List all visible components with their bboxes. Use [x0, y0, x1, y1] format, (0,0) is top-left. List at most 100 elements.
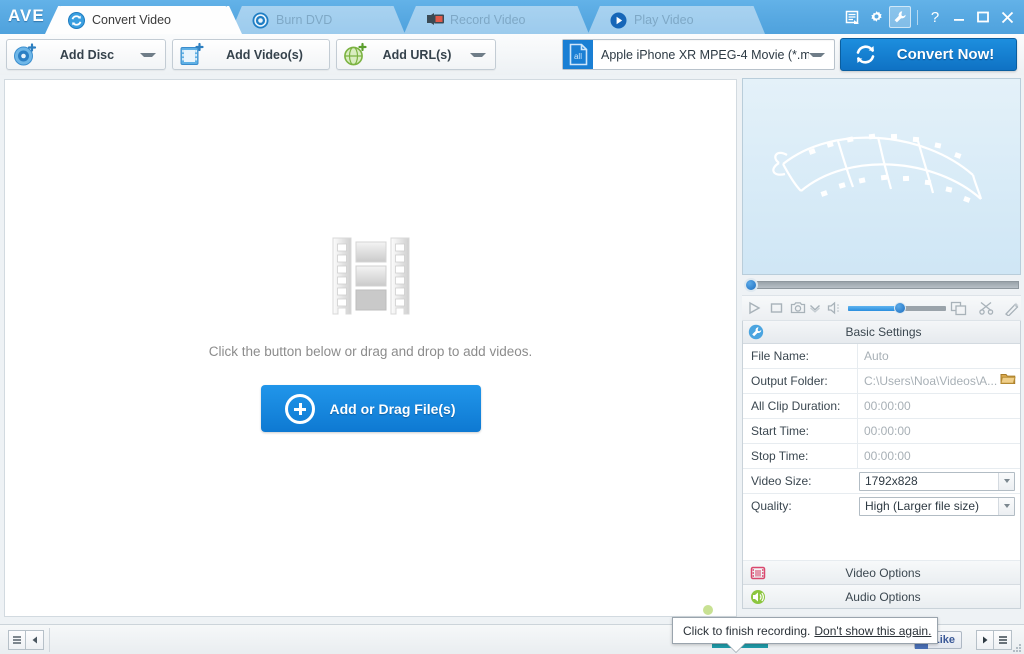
play-queue-button[interactable] [976, 630, 994, 650]
list-view-button[interactable] [8, 630, 26, 650]
file-name-input[interactable]: Auto [857, 344, 1020, 368]
volume-icon[interactable] [826, 297, 844, 319]
tab-record-video[interactable]: Record Video [416, 6, 576, 34]
scissors-icon[interactable] [977, 297, 995, 319]
profile-all-icon: all [563, 40, 593, 69]
help-icon[interactable]: ? [924, 6, 946, 28]
all-clip-duration-value: 00:00:00 [857, 394, 1020, 418]
add-button-label: Add or Drag File(s) [329, 400, 456, 417]
row-label: Stop Time: [751, 449, 809, 463]
video-size-value: 1792x828 [865, 474, 918, 488]
chevron-down-icon[interactable] [998, 472, 1014, 490]
tab-label: Burn DVD [276, 13, 333, 27]
chevron-down-icon[interactable] [470, 52, 486, 57]
video-size-combo[interactable]: 1792x828 [859, 471, 1015, 491]
magic-wand-icon[interactable] [1003, 297, 1021, 319]
app-logo: AVE [8, 6, 45, 25]
seek-track[interactable] [751, 281, 1019, 289]
tab-burn-dvd[interactable]: Burn DVD [242, 6, 392, 34]
convert-label: Convert Now! [896, 46, 995, 63]
picture-in-picture-icon[interactable] [949, 297, 967, 319]
log-icon[interactable] [841, 6, 863, 28]
main-content: Click the button below or drag and drop … [0, 75, 1024, 624]
plus-circle-icon [285, 393, 316, 424]
snapshot-icon[interactable] [790, 297, 808, 319]
chevron-down-icon[interactable] [809, 52, 825, 57]
divider [917, 9, 918, 25]
settings-gear-icon[interactable] [865, 6, 887, 28]
setting-row-quality: Quality: High (Larger file size) [743, 494, 1020, 518]
setting-row-start-time: Start Time: 00:00:00 [743, 419, 1020, 444]
film-reel-watermark [772, 133, 983, 203]
refresh-circle-icon [849, 42, 881, 67]
audio-options-icon [748, 587, 768, 607]
player-controls [742, 295, 1021, 321]
row-label: Output Folder: [751, 374, 828, 388]
add-or-drag-files-button[interactable]: Add or Drag File(s) [260, 385, 481, 432]
dont-show-again-link[interactable]: Don't show this again. [814, 624, 931, 638]
maximize-icon[interactable] [972, 6, 994, 28]
quality-value: High (Larger file size) [865, 499, 980, 513]
output-format-combo[interactable]: all Apple iPhone XR MPEG-4 Movie (*.m... [562, 39, 835, 70]
quality-combo[interactable]: High (Larger file size) [859, 496, 1015, 516]
dropzone-hint: Click the button below or drag and drop … [208, 344, 533, 359]
window-controls: ? [841, 5, 1018, 29]
preview-area[interactable] [742, 78, 1021, 275]
tooltip-pointer [727, 643, 745, 652]
volume-fill [847, 306, 900, 311]
convert-now-button[interactable]: Convert Now! [840, 38, 1017, 71]
add-urls-button[interactable]: Add URL(s) [336, 39, 496, 70]
tab-label: Play Video [634, 13, 694, 27]
close-icon[interactable] [996, 6, 1018, 28]
output-format-value: Apple iPhone XR MPEG-4 Movie (*.m... [601, 47, 809, 62]
globe-plus-icon [342, 42, 368, 68]
video-options-row[interactable]: Video Options [743, 561, 1020, 585]
stop-icon[interactable] [768, 297, 786, 319]
file-dropzone[interactable]: Click the button below or drag and drop … [4, 79, 737, 617]
play-icon [610, 12, 627, 29]
right-panel: Basic Settings File Name: Auto Output Fo… [742, 78, 1021, 618]
divider [49, 628, 50, 652]
settings-filler [743, 518, 1020, 561]
camcorder-icon [426, 12, 444, 29]
basic-settings-panel: Basic Settings File Name: Auto Output Fo… [742, 321, 1021, 609]
chevron-down-icon[interactable] [998, 497, 1014, 515]
basic-settings-header[interactable]: Basic Settings [743, 321, 1020, 344]
play-icon[interactable] [746, 297, 764, 319]
section-title: Basic Settings [845, 325, 922, 339]
volume-handle[interactable] [893, 302, 906, 314]
recording-indicator [703, 605, 713, 615]
status-right-buttons [976, 630, 1012, 650]
wrench-icon[interactable] [889, 6, 911, 28]
add-videos-button[interactable]: Add Video(s) [172, 39, 330, 70]
setting-row-stop-time: Stop Time: 00:00:00 [743, 444, 1020, 469]
seek-bar[interactable] [742, 278, 1021, 292]
add-disc-button[interactable]: Add Disc [6, 39, 166, 70]
convert-icon [68, 11, 85, 29]
audio-options-row[interactable]: Audio Options [743, 585, 1020, 608]
start-time-input[interactable]: 00:00:00 [857, 419, 1020, 443]
setting-row-file-name: File Name: Auto [743, 344, 1020, 369]
output-folder-value: C:\Users\Noa\Videos\A... [864, 374, 998, 388]
main-toolbar: Add Disc Add Video(s) Add URL(s) all App… [0, 34, 1024, 76]
row-label: File Name: [751, 349, 810, 363]
collapse-panel-button[interactable] [26, 630, 44, 650]
recording-tooltip: Click to finish recording. Don't show th… [672, 617, 938, 644]
chevron-down-icon[interactable] [808, 297, 822, 319]
row-label: Start Time: [751, 424, 810, 438]
svg-text:all: all [573, 52, 581, 61]
folder-browse-icon[interactable] [1000, 369, 1016, 393]
stop-time-input[interactable]: 00:00:00 [857, 444, 1020, 468]
resize-grip[interactable] [1010, 641, 1022, 653]
row-label: Video Size: [751, 474, 812, 488]
tab-play-video[interactable]: Play Video [600, 6, 752, 34]
setting-row-all-clip-duration: All Clip Duration: 00:00:00 [743, 394, 1020, 419]
minimize-icon[interactable] [948, 6, 970, 28]
seek-handle[interactable] [744, 278, 758, 292]
chevron-down-icon[interactable] [140, 52, 156, 57]
tab-label: Record Video [450, 13, 526, 27]
button-label: Add URL(s) [382, 47, 452, 62]
tab-convert-video[interactable]: Convert Video [58, 6, 228, 34]
volume-slider[interactable] [847, 302, 946, 314]
setting-row-video-size: Video Size: 1792x828 [743, 469, 1020, 494]
